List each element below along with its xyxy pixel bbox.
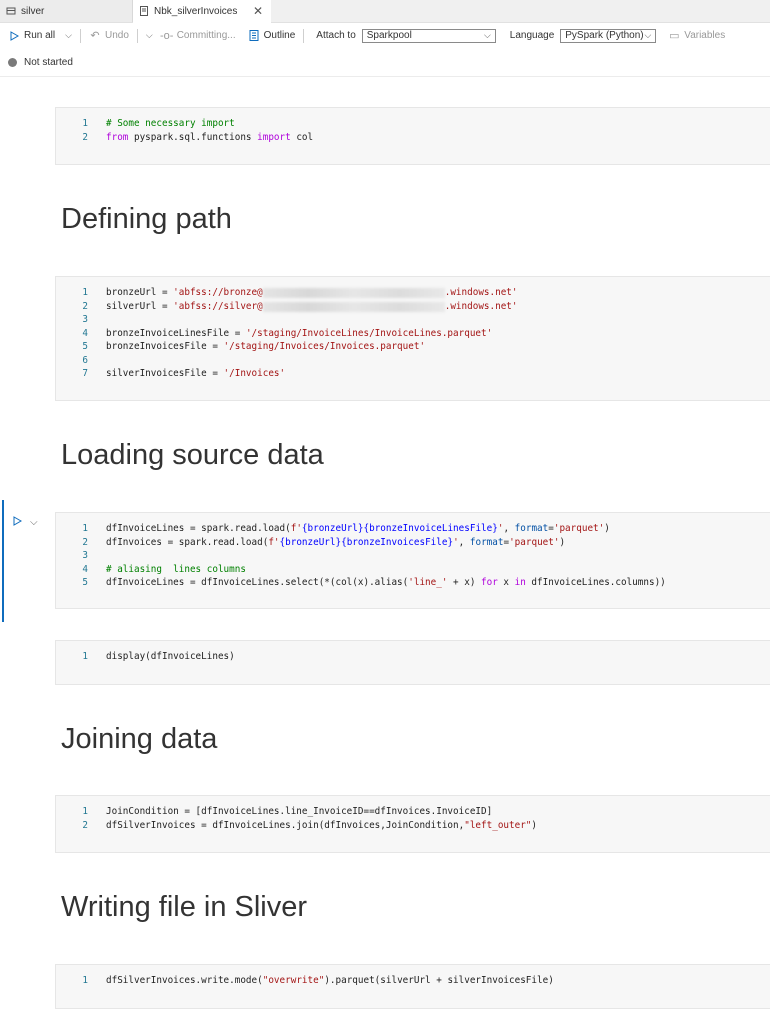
- code-cell[interactable]: 1 dfInvoiceLines = spark.read.load(f'{br…: [55, 512, 770, 609]
- line-number: 2: [82, 132, 88, 143]
- session-status: Not started: [0, 49, 770, 77]
- line-number: 6: [82, 355, 88, 366]
- toolbar-divider: [79, 28, 81, 43]
- chevron-down-icon: ⌵: [644, 29, 652, 40]
- code-line: bronzeUrl = 'abfss://bronze@ .windows.net…: [106, 287, 518, 298]
- chevron-down-icon[interactable]: ⌵: [30, 517, 38, 528]
- close-icon[interactable]: ✕: [253, 4, 263, 18]
- active-cell-indicator: [2, 500, 4, 622]
- status-dot-icon: [8, 58, 17, 67]
- line-number: 2: [82, 301, 88, 312]
- markdown-heading: Defining path: [61, 203, 232, 235]
- commit-button[interactable]: -o- Committing...: [159, 29, 236, 42]
- line-number: 2: [82, 820, 88, 831]
- run-cell-icon[interactable]: [13, 516, 23, 529]
- play-icon: [8, 30, 20, 42]
- line-number: 1: [82, 651, 88, 662]
- redacted-text: [262, 301, 445, 312]
- language-label: Language: [509, 30, 555, 41]
- line-number: 1: [82, 523, 88, 534]
- code-line: bronzeInvoiceLinesFile = '/staging/Invoi…: [106, 328, 493, 339]
- line-number: 5: [82, 341, 88, 352]
- code-cell[interactable]: 1 dfSilverInvoices.write.mode("overwrite…: [55, 964, 770, 1009]
- code-cell[interactable]: 1 # Some necessary import 2 from pyspark…: [55, 107, 770, 165]
- code-line: display(dfInvoiceLines): [106, 651, 235, 662]
- code-line: dfInvoiceLines = dfInvoiceLines.select(*…: [106, 577, 666, 588]
- line-number: 3: [82, 550, 88, 561]
- code-line: # Some necessary import: [106, 118, 235, 129]
- outline-icon: [248, 30, 260, 42]
- attach-to-select[interactable]: Sparkpool ⌵: [361, 28, 496, 43]
- variables-button[interactable]: ▭ Variables: [668, 30, 725, 42]
- code-line: dfInvoices = spark.read.load(f'{bronzeUr…: [106, 537, 566, 548]
- code-line: JoinCondition = [dfInvoiceLines.line_Inv…: [106, 806, 493, 817]
- line-number: 4: [82, 328, 88, 339]
- code-line: # aliasing lines columns: [106, 564, 246, 575]
- line-number: 3: [82, 314, 88, 325]
- notebook-toolbar: Run all ⌵ ↶ Undo ⌵ -o- Committing... Out…: [0, 23, 770, 48]
- variables-icon: ▭: [669, 30, 680, 42]
- code-cell[interactable]: 1 bronzeUrl = 'abfss://bronze@ .windows.n…: [55, 276, 770, 401]
- code-line: bronzeInvoicesFile = '/staging/Invoices/…: [106, 341, 426, 352]
- language-select[interactable]: PySpark (Python) ⌵: [560, 28, 657, 43]
- line-number: 1: [82, 118, 88, 129]
- code-cell[interactable]: 1 JoinCondition = [dfInvoiceLines.line_I…: [55, 795, 770, 853]
- commit-icon: -o-: [159, 29, 174, 42]
- code-line: silverUrl = 'abfss://silver@ .windows.net…: [106, 301, 518, 312]
- markdown-heading: Loading source data: [61, 439, 324, 471]
- cell-controls: ⌵: [13, 516, 38, 529]
- line-number: 7: [82, 368, 88, 379]
- code-cell[interactable]: 1 display(dfInvoiceLines): [55, 640, 770, 685]
- toolbar-divider: [136, 28, 138, 43]
- tab-silver[interactable]: silver: [0, 0, 133, 22]
- undo-button[interactable]: ↶ Undo: [89, 30, 129, 42]
- line-number: 5: [82, 577, 88, 588]
- markdown-heading: Writing file in Sliver: [61, 891, 308, 923]
- markdown-heading: Joining data: [61, 723, 218, 755]
- code-line: silverInvoicesFile = '/Invoices': [106, 368, 286, 379]
- lakehouse-icon: [6, 6, 16, 16]
- code-line: dfInvoiceLines = spark.read.load(f'{bron…: [106, 523, 610, 534]
- code-line: dfSilverInvoices = dfInvoiceLines.join(d…: [106, 820, 538, 831]
- code-line: dfSilverInvoices.write.mode("overwrite")…: [106, 975, 554, 986]
- undo-icon: ↶: [90, 30, 100, 42]
- chevron-down-icon[interactable]: ⌵: [65, 30, 72, 41]
- line-number: 4: [82, 564, 88, 575]
- tab-nbk-silverinvoices[interactable]: Nbk_silverInvoices ✕: [133, 0, 271, 23]
- line-number: 1: [82, 975, 88, 986]
- line-number: 1: [82, 806, 88, 817]
- line-number: 1: [82, 287, 88, 298]
- notebook-icon: [139, 6, 149, 16]
- tab-bar: silver Nbk_silverInvoices ✕: [0, 0, 770, 23]
- chevron-down-icon[interactable]: ⌵: [146, 30, 153, 41]
- tab-label: silver: [21, 5, 45, 17]
- chevron-down-icon: ⌵: [483, 29, 491, 40]
- run-all-button[interactable]: Run all: [8, 30, 55, 42]
- toolbar-divider: [303, 28, 305, 43]
- redacted-text: [262, 287, 445, 298]
- line-number: 2: [82, 537, 88, 548]
- code-line: from pyspark.sql.functions import col: [106, 132, 314, 143]
- tab-label: Nbk_silverInvoices: [154, 5, 238, 17]
- attach-to-label: Attach to: [316, 30, 356, 41]
- outline-button[interactable]: Outline: [248, 30, 295, 42]
